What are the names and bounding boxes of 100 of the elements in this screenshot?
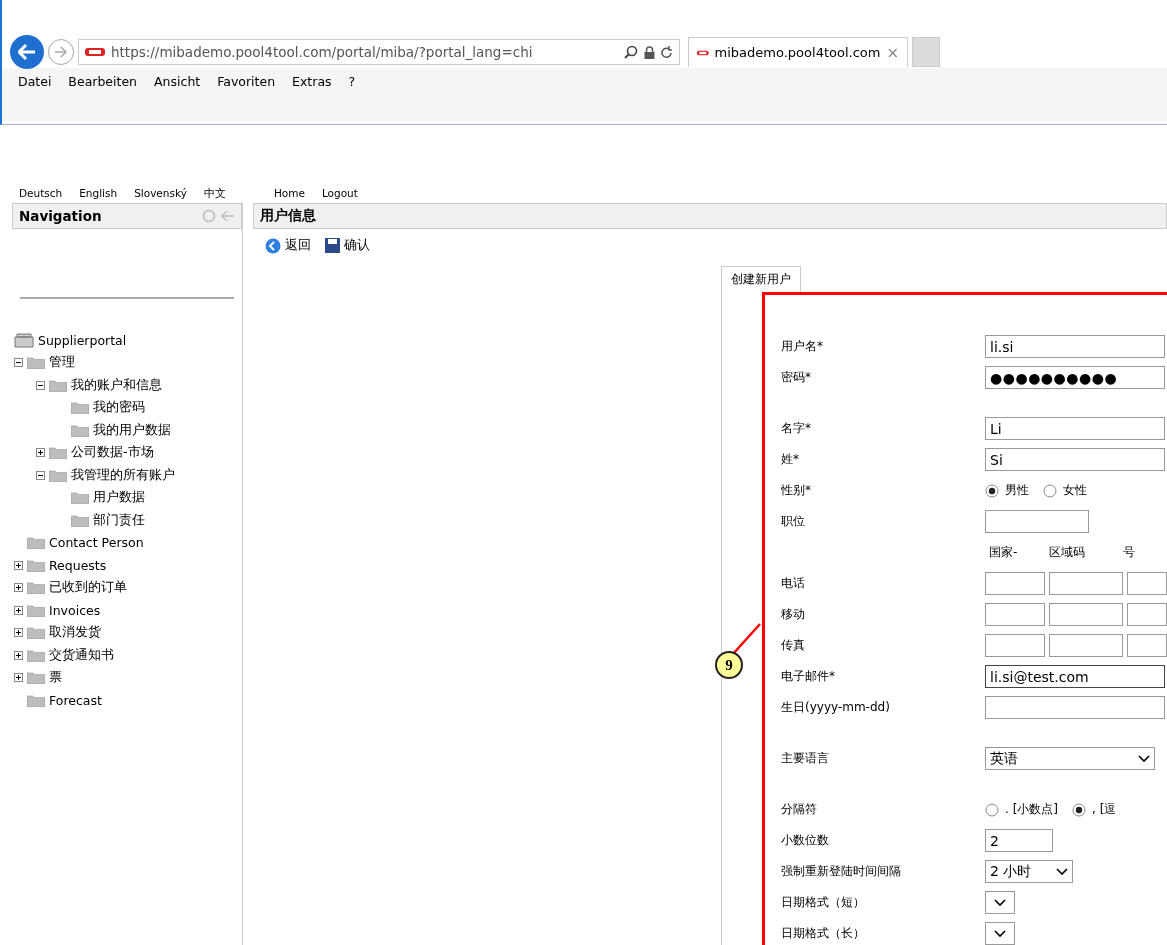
menu-item[interactable]: Favoriten — [217, 74, 276, 121]
panel-title: 用户信息 — [260, 207, 317, 225]
tree-item[interactable]: 部门责任 — [93, 511, 145, 529]
field-label: 用户名* — [781, 338, 824, 355]
language-link[interactable]: Slovenský — [134, 187, 187, 201]
text-field[interactable] — [985, 510, 1089, 533]
collapse-icon[interactable] — [14, 358, 23, 368]
text-field[interactable]: Li — [985, 417, 1165, 440]
dropdown[interactable] — [985, 922, 1015, 945]
field-label: 移动 — [781, 606, 806, 623]
expand-icon[interactable] — [14, 605, 23, 615]
tree-item[interactable]: 公司数据-市场 — [71, 444, 154, 462]
country-code-field[interactable] — [985, 572, 1045, 595]
menu-item[interactable]: Ansicht — [154, 74, 201, 121]
close-tab-button[interactable]: × — [886, 43, 899, 62]
tree-item[interactable]: Requests — [49, 557, 107, 573]
password-field[interactable]: ●●●●●●●●●● — [985, 366, 1165, 389]
folder-icon — [71, 491, 89, 505]
tree-item[interactable]: Contact Person — [49, 535, 144, 551]
address-bar[interactable]: https://mibademo.pool4tool.com/portal/miba/?portal_lang=chi — [78, 39, 680, 65]
tree-item[interactable]: Invoices — [49, 602, 101, 618]
folder-icon — [27, 536, 45, 550]
expand-icon[interactable] — [14, 673, 23, 683]
field-label: 分隔符 — [781, 801, 818, 818]
text-field[interactable]: Si — [985, 448, 1165, 471]
expand-icon[interactable] — [14, 650, 23, 660]
radio-button[interactable] — [1072, 802, 1086, 817]
folder-icon — [27, 693, 45, 707]
tree-item[interactable]: 已收到的订单 — [49, 579, 127, 597]
field-label: 强制重新登陆时间间隔 — [781, 863, 902, 880]
tree-item[interactable]: 我管理的所有账户 — [71, 466, 175, 484]
expand-icon[interactable] — [14, 628, 23, 638]
area-code-field[interactable] — [1049, 603, 1123, 626]
field-label: 小数位数 — [781, 832, 830, 849]
tree-item[interactable]: 我的用户数据 — [93, 421, 171, 439]
text-field[interactable]: 2 — [985, 829, 1053, 852]
search-icon[interactable] — [624, 45, 638, 59]
number-field[interactable] — [1127, 572, 1167, 595]
folder-icon — [27, 648, 45, 662]
field-label: 生日(yyyy-mm-dd) — [781, 699, 891, 716]
menu-item[interactable]: Bearbeiten — [68, 74, 138, 121]
field-label: 名字* — [781, 420, 812, 437]
expand-icon[interactable] — [36, 448, 45, 458]
dropdown[interactable]: 英语 — [985, 747, 1155, 770]
field-label: 性别* — [781, 482, 812, 499]
tree-item[interactable]: 票 — [49, 669, 62, 687]
country-code-field[interactable] — [985, 634, 1045, 657]
dropdown[interactable]: 2 小时 — [985, 860, 1073, 883]
language-link[interactable]: 中文 — [203, 187, 226, 201]
menu-item[interactable]: Extras — [292, 74, 332, 121]
tree-item[interactable]: Forecast — [49, 692, 102, 708]
radio-button[interactable] — [1043, 483, 1057, 498]
field-label: 主要语言 — [781, 750, 830, 767]
tree-item[interactable]: 用户数据 — [93, 489, 145, 507]
area-code-field[interactable] — [1049, 572, 1123, 595]
refresh-icon[interactable] — [661, 45, 673, 59]
nav-link[interactable]: Logout — [321, 187, 358, 201]
language-link[interactable]: English — [79, 187, 118, 201]
text-field[interactable] — [985, 696, 1165, 719]
expand-icon[interactable] — [14, 560, 23, 570]
number-field[interactable] — [1127, 603, 1167, 626]
radio-option[interactable]: 男性 — [985, 482, 1029, 499]
tree-item[interactable]: 我的密码 — [93, 399, 145, 417]
back-button[interactable] — [10, 35, 44, 69]
save-icon — [325, 238, 340, 253]
menu-item[interactable]: ? — [348, 74, 356, 121]
nav-link[interactable]: Home — [273, 187, 305, 201]
radio-button[interactable] — [985, 802, 999, 817]
tree-root[interactable]: Supplierportal — [38, 332, 127, 348]
column-label: 国家- — [988, 544, 1019, 561]
browser-tab[interactable]: mibademo.pool4tool.com × — [688, 37, 908, 67]
lock-icon — [644, 45, 655, 59]
field-label: 日期格式（长） — [781, 925, 866, 942]
field-label: 职位 — [781, 513, 806, 530]
form-tab[interactable]: 创建新用户 — [721, 266, 801, 292]
back-button[interactable]: 返回 — [265, 237, 311, 254]
language-link[interactable]: Deutsch — [19, 187, 63, 201]
text-field[interactable]: li.si — [985, 335, 1165, 358]
dropdown[interactable] — [985, 891, 1015, 914]
radio-option[interactable]: 女性 — [1043, 482, 1087, 499]
folder-icon — [49, 446, 67, 460]
number-field[interactable] — [1127, 634, 1167, 657]
menu-item[interactable]: Datei — [18, 74, 52, 121]
country-code-field[interactable] — [985, 603, 1045, 626]
tree-item[interactable]: 交货通知书 — [49, 646, 114, 664]
area-code-field[interactable] — [1049, 634, 1123, 657]
tree-item[interactable]: 取消发货 — [49, 624, 101, 642]
collapse-icon[interactable] — [36, 470, 45, 480]
folder-icon — [71, 513, 89, 527]
text-field[interactable]: li.si@test.com — [985, 665, 1165, 688]
tree-item[interactable]: 我的账户和信息 — [71, 376, 162, 394]
collapse-icon[interactable] — [36, 380, 45, 390]
radio-option[interactable]: , [逗 — [1072, 801, 1117, 818]
folder-icon — [27, 558, 45, 572]
confirm-button[interactable]: 确认 — [325, 237, 370, 254]
radio-option[interactable]: . [小数点] — [985, 801, 1058, 818]
radio-button[interactable] — [985, 483, 999, 498]
tree-item[interactable]: 管理 — [49, 354, 75, 372]
site-logo-icon — [85, 47, 105, 57]
expand-icon[interactable] — [14, 583, 23, 593]
